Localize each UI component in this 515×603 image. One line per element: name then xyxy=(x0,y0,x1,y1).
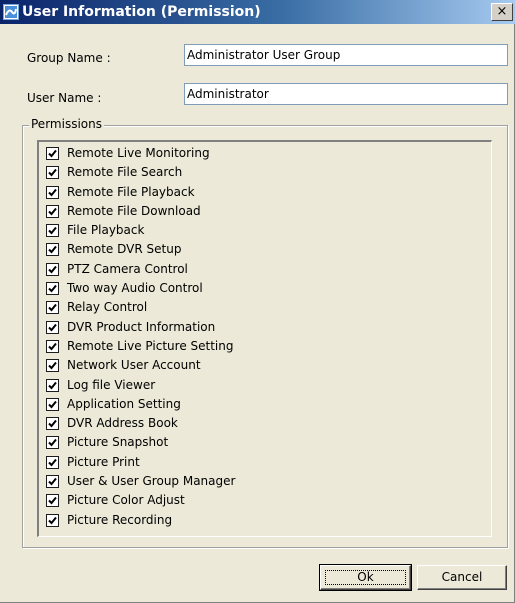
permission-label: File Playback xyxy=(67,223,145,238)
check-icon xyxy=(48,342,57,351)
permission-checkbox[interactable] xyxy=(46,436,59,450)
permission-checkbox[interactable] xyxy=(46,262,59,276)
check-icon xyxy=(48,381,57,390)
permission-checkbox[interactable] xyxy=(46,147,59,160)
user-name-label: User Name : xyxy=(27,91,102,105)
group-name-field[interactable]: Administrator User Group xyxy=(184,44,508,66)
permission-label: Network User Account xyxy=(67,358,201,373)
check-icon xyxy=(48,439,57,447)
ok-focus-rect xyxy=(325,570,406,585)
check-icon xyxy=(48,420,57,428)
app-icon xyxy=(3,4,19,20)
permission-checkbox[interactable] xyxy=(46,224,59,238)
check-icon xyxy=(48,227,57,235)
check-icon xyxy=(48,207,57,216)
permission-checkbox[interactable] xyxy=(46,513,59,527)
permission-checkbox[interactable] xyxy=(46,475,59,489)
permission-label: User & User Group Manager xyxy=(67,474,236,489)
check-icon xyxy=(48,497,57,505)
permission-label: PTZ Camera Control xyxy=(67,261,188,276)
check-icon xyxy=(48,362,57,370)
permission-checkbox[interactable] xyxy=(46,378,59,392)
check-icon xyxy=(48,304,57,312)
check-icon xyxy=(48,400,57,409)
permission-label: Remote Live Picture Setting xyxy=(67,338,234,353)
permission-checkbox[interactable] xyxy=(46,204,59,218)
permission-label: Remote File Download xyxy=(67,203,201,218)
permission-label: DVR Product Information xyxy=(67,319,216,334)
check-icon xyxy=(48,516,57,525)
user-information-dialog: User Information (Permission) × Group Na… xyxy=(0,0,515,603)
check-icon xyxy=(48,246,57,254)
permission-checkbox[interactable] xyxy=(46,359,59,373)
permission-label: Picture Color Adjust xyxy=(67,493,185,508)
permission-label: Log file Viewer xyxy=(67,377,156,392)
permission-label: DVR Address Book xyxy=(67,416,178,431)
ok-button[interactable]: Ok xyxy=(319,564,412,591)
window-title: User Information (Permission) xyxy=(22,4,261,20)
check-icon xyxy=(48,284,57,293)
permission-label: Two way Audio Control xyxy=(67,281,203,296)
cancel-button[interactable]: Cancel xyxy=(417,565,507,590)
permission-checkbox[interactable] xyxy=(46,243,59,257)
permission-label: Application Setting xyxy=(67,396,181,411)
check-icon xyxy=(48,477,57,486)
permission-label: Picture Snapshot xyxy=(67,435,169,450)
permission-checkbox[interactable] xyxy=(46,397,59,411)
check-icon xyxy=(48,149,57,158)
permission-checkbox[interactable] xyxy=(46,320,59,334)
permission-checkbox[interactable] xyxy=(46,282,59,296)
permission-label: Remote DVR Setup xyxy=(67,242,182,257)
permission-label: Remote File Playback xyxy=(67,184,195,199)
close-button[interactable]: × xyxy=(491,3,513,21)
permission-checkbox[interactable] xyxy=(46,494,59,508)
user-name-field[interactable]: Administrator xyxy=(184,83,508,105)
permission-label: Remote File Search xyxy=(67,165,183,180)
check-icon xyxy=(48,265,57,274)
permissions-group-label: Permissions xyxy=(29,117,104,131)
permission-label: Picture Print xyxy=(67,454,140,469)
permission-checkbox[interactable] xyxy=(46,185,59,199)
check-icon xyxy=(48,323,57,332)
permission-checkbox[interactable] xyxy=(46,455,59,469)
permission-label: Relay Control xyxy=(67,300,148,315)
permission-checkbox[interactable] xyxy=(46,339,59,353)
check-icon xyxy=(48,169,57,177)
permission-checkbox[interactable] xyxy=(46,166,59,180)
check-icon xyxy=(48,458,57,467)
check-icon xyxy=(48,188,57,197)
permission-label: Remote Live Monitoring xyxy=(67,146,210,160)
permission-label: Picture Recording xyxy=(67,512,173,527)
title-bar[interactable]: User Information (Permission) × xyxy=(0,0,515,24)
permission-checkbox[interactable] xyxy=(46,417,59,431)
group-name-label: Group Name : xyxy=(27,51,111,65)
permission-checkbox[interactable] xyxy=(46,301,59,315)
